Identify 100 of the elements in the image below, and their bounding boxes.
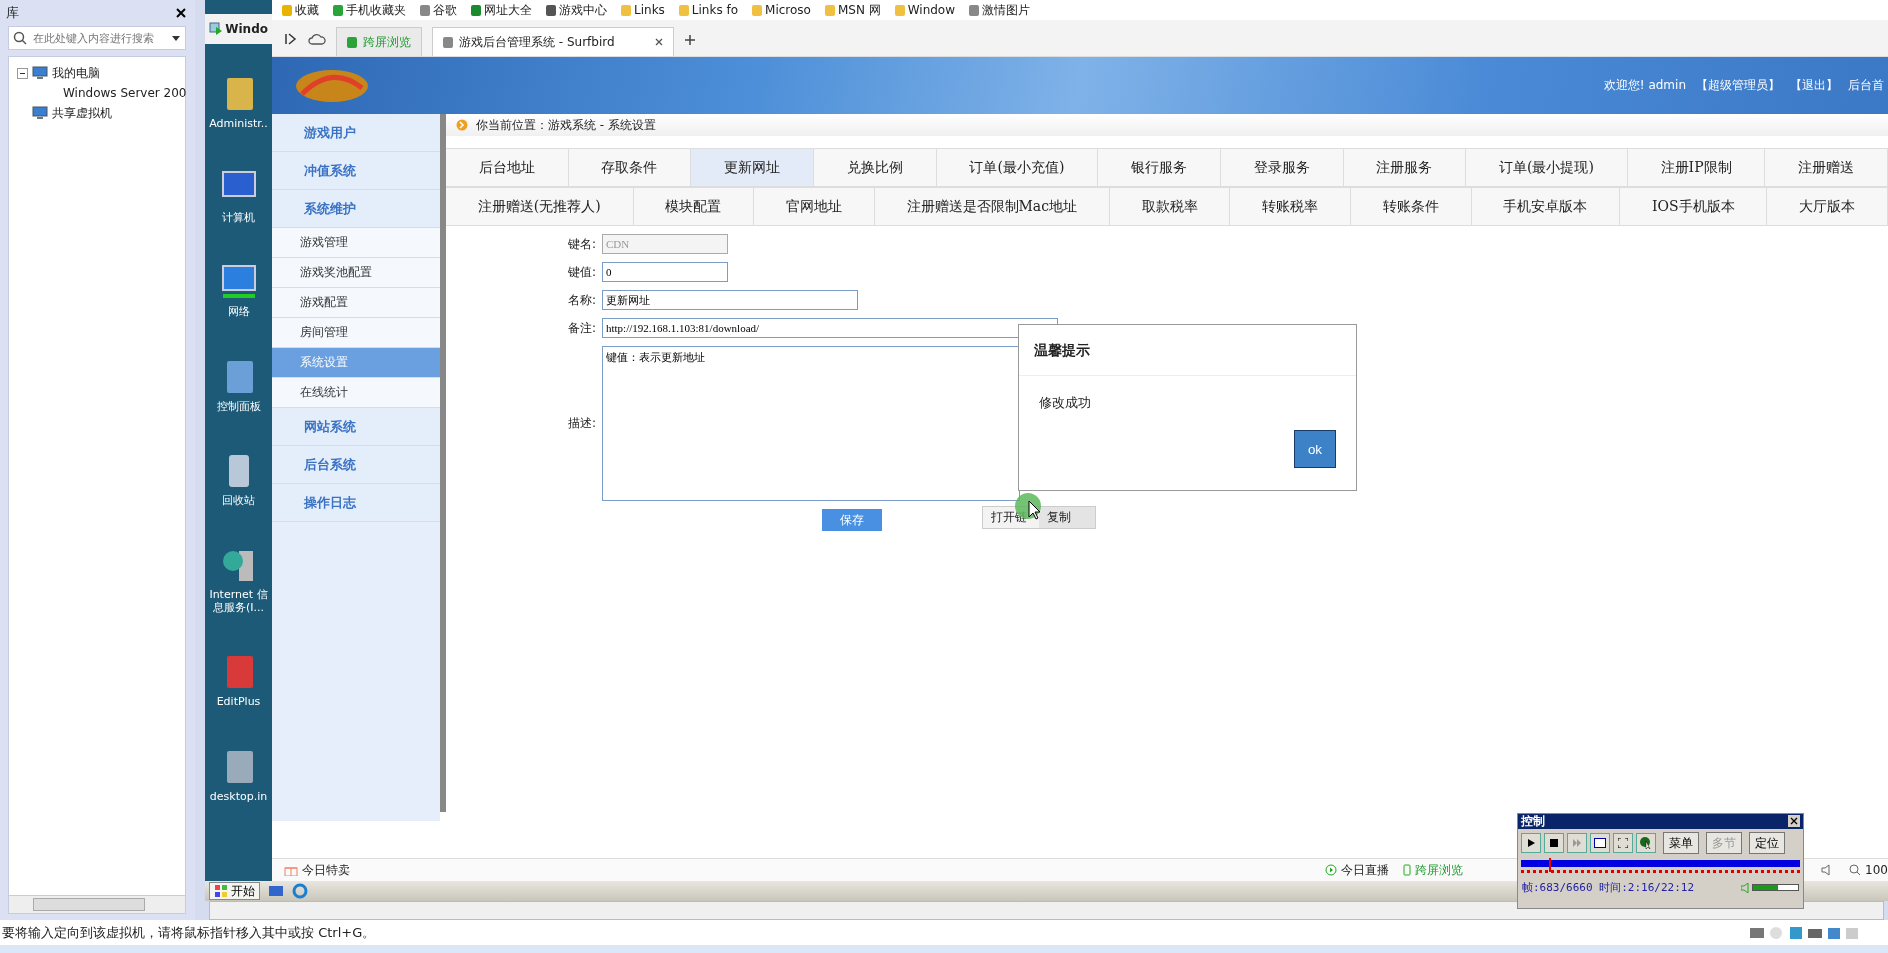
cross-screen-link[interactable]: 跨屏浏览 bbox=[1403, 861, 1464, 879]
play-button[interactable] bbox=[1521, 833, 1541, 853]
search-icon bbox=[13, 31, 27, 45]
role-text: 【超级管理员】 bbox=[1696, 77, 1780, 94]
home-link[interactable]: 后台首 bbox=[1848, 77, 1884, 94]
sidebar-toggle-icon[interactable] bbox=[284, 32, 298, 46]
bookmark-link[interactable]: Window bbox=[894, 3, 956, 17]
input-field[interactable]: 更新网址 bbox=[602, 290, 858, 310]
settings-tab[interactable]: 转账税率 bbox=[1230, 188, 1352, 226]
input-field[interactable]: 0 bbox=[602, 262, 728, 282]
vm-icon bbox=[209, 22, 223, 36]
settings-tab[interactable]: 登录服务 bbox=[1220, 149, 1344, 187]
bookmark-link[interactable]: MSN 网 bbox=[824, 1, 881, 19]
settings-tab[interactable]: 后台地址 bbox=[446, 149, 569, 187]
settings-tab[interactable]: 存取条件 bbox=[568, 149, 692, 187]
settings-tab[interactable]: 注册IP限制 bbox=[1627, 149, 1766, 187]
fast-forward-icon bbox=[1572, 838, 1582, 848]
description-field[interactable]: 键值：表示更新地址 bbox=[602, 346, 1020, 501]
bookmark-link[interactable]: 游戏中心 bbox=[546, 1, 607, 19]
stop-button[interactable] bbox=[1544, 833, 1564, 853]
field-label: 描述: bbox=[566, 415, 597, 432]
settings-tab[interactable]: 订单(最小提现) bbox=[1466, 149, 1628, 187]
sidebar-item[interactable]: 游戏配置 bbox=[272, 288, 440, 318]
start-button[interactable]: 开始 bbox=[209, 882, 260, 901]
bookmark-link[interactable]: 网址大全 bbox=[471, 1, 532, 19]
caret-icon[interactable] bbox=[172, 36, 180, 41]
field-label: 键值: bbox=[566, 263, 597, 281]
cloud-icon[interactable] bbox=[308, 32, 326, 46]
frame-time-text: 帧:683/6660 时间:2:16/22:12 bbox=[1522, 880, 1695, 895]
icon-label: Internet 信息服务(I... bbox=[208, 587, 269, 615]
fullscreen-button[interactable] bbox=[1613, 833, 1633, 853]
play-icon bbox=[1325, 864, 1338, 877]
deals-link[interactable]: 今日特卖 bbox=[284, 861, 350, 879]
sidebar-item[interactable]: 房间管理 bbox=[272, 318, 440, 348]
timeline-marker[interactable] bbox=[1548, 858, 1551, 872]
bookmark-link[interactable]: 收藏 bbox=[282, 1, 319, 19]
browser-tab[interactable]: 游戏后台管理系统 - Surfbird bbox=[432, 27, 674, 56]
ok-button[interactable]: ok bbox=[1294, 430, 1336, 468]
settings-tab[interactable]: 更新网址 bbox=[691, 149, 814, 187]
scrollbar[interactable] bbox=[209, 901, 1884, 920]
settings-tab[interactable]: 注册赠送 bbox=[1765, 149, 1888, 187]
icon-label: 回收站 bbox=[221, 493, 256, 507]
welcome-text: 欢迎您! admin bbox=[1603, 77, 1686, 94]
input-field[interactable]: http://192.168.1.103:81/download/ bbox=[602, 318, 1058, 338]
logout-link[interactable]: 【退出】 bbox=[1790, 77, 1838, 94]
close-icon[interactable] bbox=[655, 38, 663, 46]
settings-tab[interactable]: 兑换比例 bbox=[813, 149, 937, 187]
settings-tab[interactable]: 注册服务 bbox=[1343, 149, 1467, 187]
tree-item[interactable]: 共享虚拟机 bbox=[9, 103, 185, 123]
sidebar-item[interactable]: 在线统计 bbox=[272, 378, 440, 408]
bookmark-link[interactable]: 谷歌 bbox=[420, 1, 457, 19]
control-button[interactable]: 菜单 bbox=[1663, 832, 1699, 854]
live-link[interactable]: 今日直播 bbox=[1325, 861, 1390, 879]
vm-tab[interactable]: Windo bbox=[205, 14, 272, 44]
close-icon[interactable] bbox=[176, 8, 186, 18]
icon-label: EditPlus bbox=[215, 695, 262, 709]
settings-tab[interactable]: 注册赠送是否限制Mac地址 bbox=[874, 188, 1110, 226]
tree-item[interactable]: 我的电脑 bbox=[9, 63, 185, 83]
field-label: 键名: bbox=[566, 235, 597, 253]
search-field[interactable]: 在此处键入内容进行搜索 bbox=[8, 26, 186, 50]
panel-title: 库 bbox=[6, 4, 19, 22]
fit-button[interactable] bbox=[1590, 833, 1610, 853]
bookmark-link[interactable]: Links fo bbox=[678, 3, 739, 17]
settings-tab[interactable]: 手机安卓版本 bbox=[1471, 188, 1621, 226]
stop-icon bbox=[1549, 838, 1559, 848]
settings-tab[interactable]: IOS手机版本 bbox=[1620, 188, 1768, 226]
new-tab-icon[interactable] bbox=[684, 34, 696, 46]
collapse-icon[interactable] bbox=[17, 67, 28, 79]
settings-tab[interactable]: 订单(最小充值) bbox=[936, 149, 1099, 187]
window-title: 控制 bbox=[1521, 814, 1545, 829]
settings-tab[interactable]: 取款税率 bbox=[1109, 188, 1231, 226]
zoom-level[interactable]: 100 bbox=[1849, 863, 1888, 878]
tree-item[interactable]: Windows Server 200 bbox=[9, 83, 185, 103]
sidebar-item[interactable]: 游戏奖池配置 bbox=[272, 258, 440, 288]
browser-icon[interactable] bbox=[292, 883, 308, 900]
bookmark-link[interactable]: 手机收藏夹 bbox=[333, 1, 406, 19]
menu-item[interactable]: 复制 bbox=[1039, 507, 1095, 528]
bookmark-link[interactable]: 激情图片 bbox=[969, 1, 1031, 19]
pointer-button[interactable] bbox=[1636, 833, 1656, 853]
close-icon[interactable] bbox=[1788, 815, 1800, 827]
control-button[interactable]: 定位 bbox=[1749, 832, 1785, 854]
settings-tab[interactable]: 大厅版本 bbox=[1767, 188, 1888, 226]
settings-tab[interactable]: 银行服务 bbox=[1098, 149, 1221, 187]
settings-tab[interactable]: 官网地址 bbox=[754, 188, 875, 226]
dialog-title: 温馨提示 bbox=[1019, 325, 1356, 376]
volume-slider[interactable] bbox=[1752, 884, 1799, 891]
bookmark-link[interactable]: Links bbox=[621, 3, 665, 17]
desktop-icon[interactable] bbox=[268, 884, 284, 899]
settings-tab[interactable]: 注册赠送(无推荐人) bbox=[446, 188, 634, 226]
settings-tab[interactable]: 转账条件 bbox=[1351, 188, 1472, 226]
settings-tab[interactable]: 模块配置 bbox=[633, 188, 755, 226]
bookmark-link[interactable]: Microso bbox=[752, 3, 811, 17]
sidebar-item[interactable]: 游戏管理 bbox=[272, 228, 440, 258]
play-icon bbox=[1526, 838, 1536, 848]
scrollbar[interactable] bbox=[440, 114, 446, 812]
timeline-track[interactable] bbox=[1521, 860, 1800, 873]
status-message: 要将输入定向到该虚拟机，请将鼠标指针移入其中或按 Ctrl+G。 bbox=[2, 923, 376, 942]
gift-icon bbox=[284, 864, 298, 877]
scrollbar[interactable] bbox=[8, 895, 186, 914]
breadcrumb: 你当前位置：游戏系统 - 系统设置 bbox=[476, 116, 656, 134]
